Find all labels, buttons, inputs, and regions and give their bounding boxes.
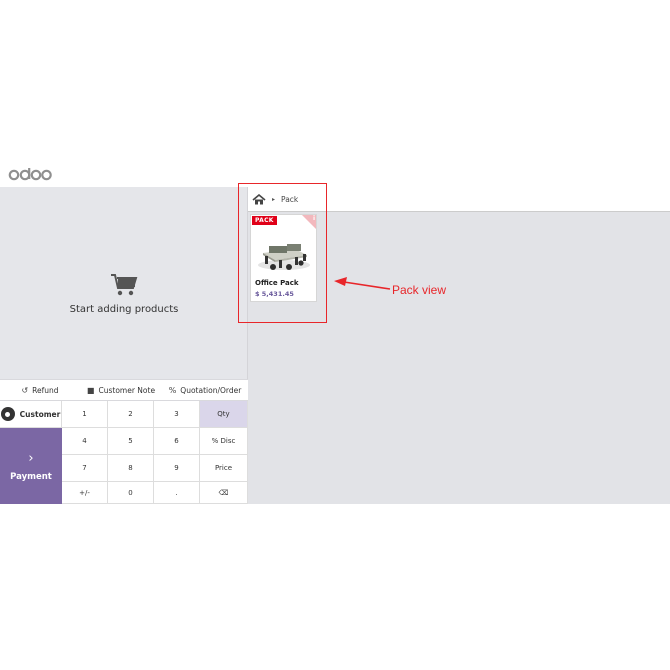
customer-note-label: Customer Note <box>98 385 156 395</box>
user-icon <box>0 407 15 421</box>
order-actions: ↺ Refund ■ Customer Note % Quotation/Ord… <box>0 379 248 401</box>
note-icon: ■ <box>86 385 95 395</box>
annotation-label: Pack view <box>392 283 447 297</box>
odoo-logo <box>8 163 52 185</box>
key-5[interactable]: 5 <box>108 428 154 455</box>
pos-app: Start adding products ↺ Refund ■ Custome… <box>0 187 670 504</box>
mode-discount-button[interactable]: % Disc <box>200 428 248 455</box>
customer-button[interactable]: Customer <box>0 401 62 428</box>
quotation-order-label: Quotation/Order <box>180 385 242 395</box>
numpad-area: Customer › Payment 1 2 3 Qty 4 5 6 % Dis… <box>0 401 248 504</box>
odoo-logo-mark <box>8 168 52 181</box>
annotation-arrow-icon <box>334 277 391 290</box>
key-decimal[interactable]: . <box>154 482 200 504</box>
customer-note-button[interactable]: ■ Customer Note <box>80 380 162 400</box>
undo-icon: ↺ <box>21 385 29 395</box>
payment-label: Payment <box>10 471 52 482</box>
refund-button[interactable]: ↺ Refund <box>0 380 80 400</box>
empty-order: Start adding products <box>0 187 248 379</box>
key-2[interactable]: 2 <box>108 401 154 428</box>
key-0[interactable]: 0 <box>108 482 154 504</box>
key-plus-minus[interactable]: +/- <box>62 482 108 504</box>
refund-label: Refund <box>32 385 59 395</box>
mode-price-button[interactable]: Price <box>200 455 248 482</box>
key-1[interactable]: 1 <box>62 401 108 428</box>
shopping-cart-icon <box>111 273 138 295</box>
backspace-button[interactable]: ⌫ <box>200 482 248 504</box>
key-9[interactable]: 9 <box>154 455 200 482</box>
annotation-highlight-box <box>238 183 327 323</box>
key-8[interactable]: 8 <box>108 455 154 482</box>
key-4[interactable]: 4 <box>62 428 108 455</box>
quotation-order-button[interactable]: % Quotation/Order <box>162 380 248 400</box>
key-3[interactable]: 3 <box>154 401 200 428</box>
payment-button[interactable]: › Payment <box>0 428 62 504</box>
key-6[interactable]: 6 <box>154 428 200 455</box>
mode-qty-button[interactable]: Qty <box>200 401 248 428</box>
percent-icon: % <box>168 385 177 395</box>
chevron-right-icon: › <box>28 450 34 466</box>
numpad: 1 2 3 Qty 4 5 6 % Disc 7 8 9 Price +/- 0… <box>62 401 248 504</box>
empty-message: Start adding products <box>69 303 179 315</box>
key-7[interactable]: 7 <box>62 455 108 482</box>
order-panel: Start adding products ↺ Refund ■ Custome… <box>0 187 248 504</box>
customer-label: Customer <box>19 409 61 419</box>
